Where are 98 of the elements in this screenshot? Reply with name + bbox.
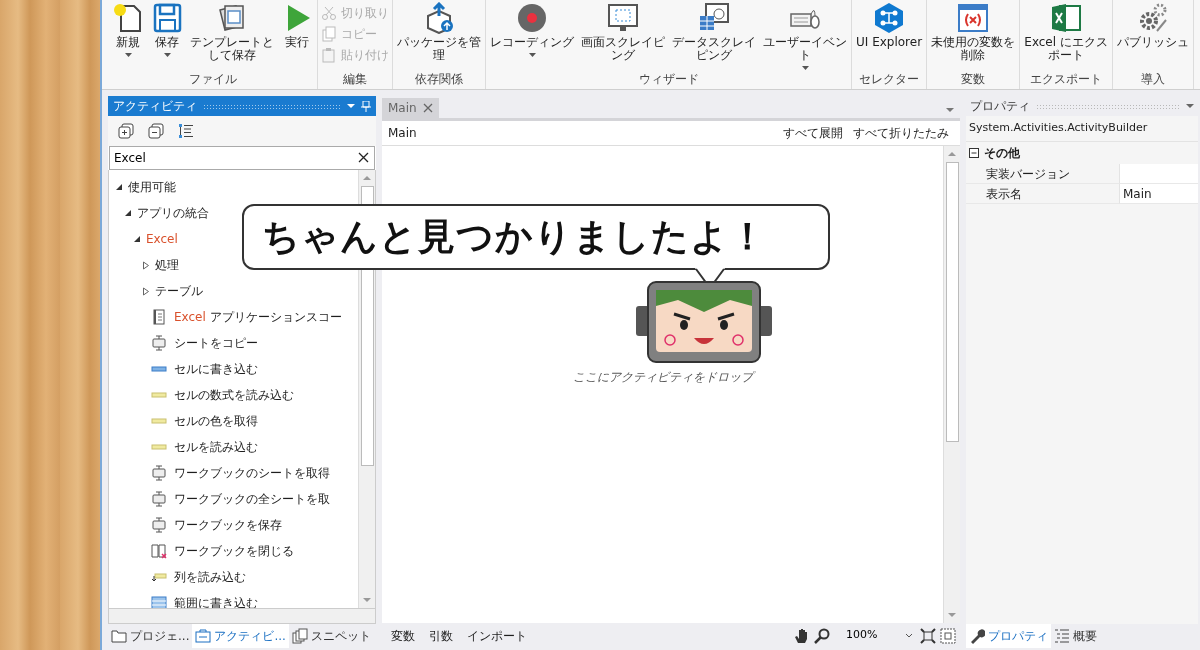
collapse-icon[interactable] — [969, 148, 979, 158]
briefcase-icon — [195, 628, 212, 644]
tree-list-icon[interactable] — [178, 123, 194, 139]
tree-item[interactable]: Excel — [146, 230, 178, 248]
tree-item[interactable]: Excel アプリケーションスコー — [174, 308, 342, 326]
outline-list-icon — [1054, 628, 1070, 644]
clipboard-icon — [321, 46, 337, 63]
packages-button[interactable]: パッケージを管理 — [394, 2, 484, 63]
book-cross-icon — [151, 543, 167, 559]
panel-title: アクティビティ — [113, 98, 197, 115]
panel-tab[interactable]: プロパティ — [966, 624, 1051, 648]
caret-icon — [801, 66, 809, 71]
grid-icon — [151, 595, 167, 608]
expanded-arrow-icon[interactable] — [132, 235, 141, 243]
collapse-all-icon[interactable] — [148, 123, 164, 139]
expanded-arrow-icon[interactable] — [114, 183, 123, 191]
data-button[interactable]: データスクレイピング — [669, 2, 759, 63]
bottom-tab[interactable]: 引数 — [424, 626, 458, 645]
dropdown-caret-icon[interactable] — [347, 104, 355, 108]
tree-item[interactable]: シートをコピー — [174, 334, 258, 352]
designer-title: Main — [388, 125, 417, 142]
hand-icon[interactable] — [794, 627, 810, 644]
close-icon[interactable] — [422, 103, 433, 113]
caret-icon — [528, 53, 536, 58]
new-button[interactable]: 新規 — [109, 2, 147, 58]
expand-all-icon[interactable] — [118, 123, 134, 139]
events-button[interactable]: ユーザーイベント — [760, 2, 850, 71]
group-label: セレクター — [858, 72, 921, 88]
group-label: 変数 — [960, 72, 987, 88]
tree-item[interactable]: ワークブックの全シートを取 — [174, 490, 330, 508]
expanded-arrow-icon[interactable] — [123, 209, 132, 217]
group-label: ファイル — [187, 72, 238, 88]
tree-item[interactable]: 使用可能 — [128, 178, 176, 196]
copy-icon — [321, 25, 337, 42]
group-label: 依存関係 — [414, 72, 464, 88]
group-label: ウィザード — [637, 72, 700, 88]
bottom-tab[interactable]: インポート — [462, 626, 532, 645]
bottom-tab[interactable]: 変数 — [386, 626, 420, 645]
frame-icon — [151, 491, 167, 507]
category-label: その他 — [984, 145, 1020, 162]
header-link[interactable]: すべて折りたたみ — [848, 124, 954, 142]
panel-title: プロパティ — [970, 98, 1030, 115]
group-label: 編集 — [342, 72, 368, 88]
gears-icon — [1137, 2, 1170, 34]
screen-button[interactable]: 画面スクレイピング — [578, 2, 668, 63]
panel-tab[interactable]: 概要 — [1051, 624, 1100, 648]
tree-item[interactable]: 列を読み込む — [174, 568, 246, 586]
pin-icon[interactable] — [361, 100, 371, 112]
export-button[interactable]: Excel にエクスポート — [1021, 2, 1112, 63]
dropdown-caret-icon[interactable] — [946, 108, 954, 112]
scissors-icon — [321, 4, 337, 21]
frame-icon — [151, 465, 167, 481]
search-field[interactable]: Excel — [109, 146, 375, 170]
frame-icon — [151, 335, 167, 351]
panel-tab[interactable]: アクティビ... — [192, 624, 289, 648]
publish-button[interactable]: パブリッシュ — [1114, 2, 1193, 50]
search-icon[interactable] — [814, 627, 830, 644]
property-name: 実装バージョン — [966, 164, 1120, 184]
stacked-pages-icon — [291, 628, 308, 644]
tree-item[interactable]: セルの数式を読み込む — [174, 386, 294, 404]
group-label: 導入 — [1140, 72, 1167, 88]
tree-item[interactable]: セルに書き込む — [174, 360, 258, 378]
caret-icon — [124, 53, 132, 58]
panel-tab[interactable]: プロジェ... — [108, 624, 193, 648]
document-tab[interactable]: Main — [382, 98, 439, 118]
tree-item[interactable]: ワークブックを保存 — [174, 516, 282, 534]
collapsed-arrow-icon[interactable] — [141, 286, 150, 296]
wrench-icon — [969, 628, 985, 644]
property-value[interactable]: Main — [1120, 184, 1198, 204]
frame-icon — [151, 517, 167, 533]
folder-icon — [111, 628, 127, 644]
record-button[interactable]: レコーディング — [487, 2, 577, 58]
save-button[interactable]: 保存 — [148, 2, 186, 58]
explorer-button[interactable]: UI Explorer — [853, 2, 926, 50]
header-link[interactable]: すべて展開 — [778, 124, 848, 142]
caret-icon — [163, 53, 171, 58]
run-button[interactable]: 実行 — [278, 2, 316, 50]
tree-item[interactable]: 処理 — [155, 256, 179, 274]
tree-item[interactable]: セルの色を取得 — [174, 412, 258, 430]
tree-item[interactable]: セルを読み込む — [174, 438, 258, 456]
template-button[interactable]: テンプレートとして保存 — [187, 2, 277, 63]
variables-button[interactable]: 未使用の変数を削除 — [928, 2, 1019, 63]
horizontal-scrollbar[interactable] — [108, 609, 376, 624]
record-icon — [516, 2, 548, 34]
collapsed-arrow-icon[interactable] — [141, 260, 150, 270]
tree-item[interactable]: ワークブックのシートを取得 — [174, 464, 330, 482]
tree-item[interactable]: ワークブックを閉じる — [174, 542, 294, 560]
tree-item[interactable]: テーブル — [155, 282, 203, 300]
dropdown-caret-icon[interactable] — [1186, 104, 1194, 108]
property-name: 表示名 — [966, 184, 1120, 204]
panel-tab[interactable]: スニペット — [288, 624, 374, 648]
caret-icon — [906, 633, 912, 638]
group-label: エクスポート — [1029, 72, 1104, 88]
fit-screen-icon[interactable] — [920, 627, 936, 644]
clear-icon[interactable] — [358, 152, 369, 163]
document-icon — [151, 309, 167, 325]
speech-bubble: ちゃんと見つかりましたよ！ — [242, 204, 830, 270]
tree-item[interactable]: アプリの統合 — [137, 204, 209, 222]
